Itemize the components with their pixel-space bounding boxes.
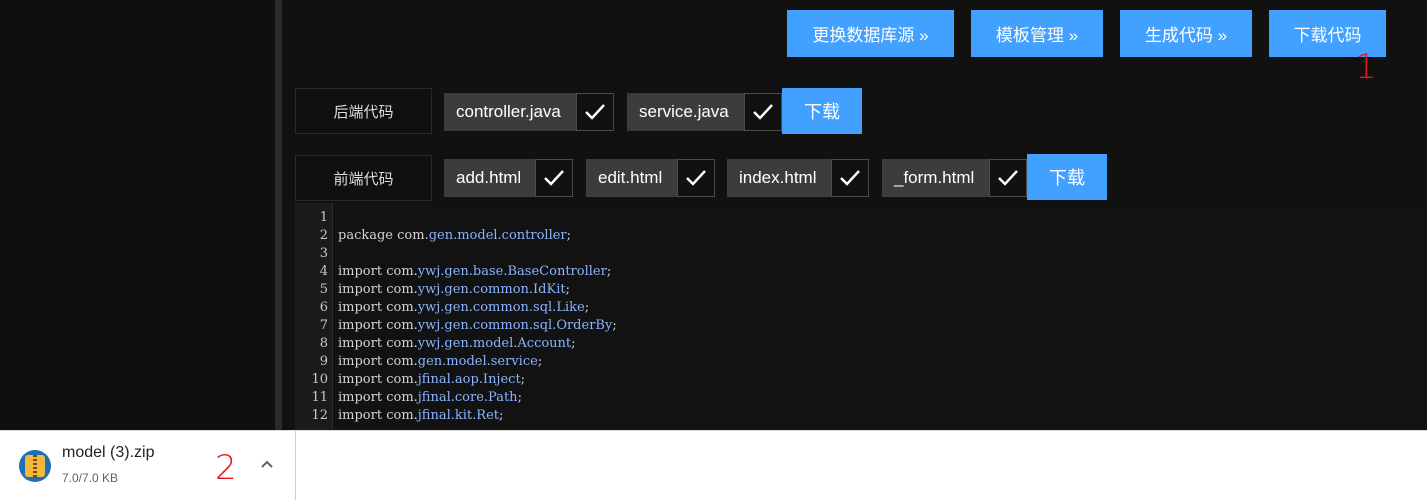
- code-line: import com.jfinal.core.Path;: [338, 389, 522, 407]
- code-package-path: ywj.gen.base.BaseController: [417, 264, 607, 279]
- code-line: package com.gen.model.controller;: [338, 227, 571, 245]
- code-keyword: import: [338, 300, 383, 315]
- file-tag-add-html[interactable]: add.html: [444, 159, 573, 197]
- code-package-path: ywj.gen.common.IdKit: [417, 282, 566, 297]
- code-package-path: ywj.gen.common.sql.Like: [417, 300, 585, 315]
- check-icon[interactable]: [989, 159, 1027, 197]
- code-punctuation: ;: [606, 264, 612, 279]
- code-package-path: jfinal.aop.Inject: [417, 372, 521, 387]
- check-icon[interactable]: [744, 93, 782, 131]
- frontend-download-button[interactable]: 下载: [1027, 154, 1107, 200]
- file-name: _form.html: [894, 168, 975, 187]
- code-line: import com.ywj.gen.common.IdKit;: [338, 281, 570, 299]
- download-filename: model (3).zip: [62, 444, 155, 461]
- code-package-path: ywj.gen.common.sql.OrderBy: [417, 318, 613, 333]
- line-number: 2: [319, 228, 328, 243]
- code-text: com.: [382, 408, 418, 423]
- pane-divider[interactable]: [275, 0, 282, 430]
- code-line: import com.ywj.gen.base.BaseController;: [338, 263, 611, 281]
- line-number: 12: [311, 408, 328, 423]
- file-tag-controller-java[interactable]: controller.java: [444, 93, 614, 131]
- code-punctuation: ;: [537, 354, 543, 369]
- code-text: com.: [382, 264, 418, 279]
- code-line: import com.ywj.gen.common.sql.OrderBy;: [338, 317, 617, 335]
- code-punctuation: ;: [517, 390, 522, 405]
- line-number: 4: [319, 264, 328, 279]
- code-punctuation: ;: [499, 408, 504, 423]
- line-number: 7: [319, 318, 328, 333]
- code-punctuation: ;: [612, 318, 617, 333]
- line-number: 3: [319, 246, 328, 261]
- code-keyword: import: [338, 282, 383, 297]
- line-number: 11: [311, 390, 328, 405]
- file-name: service.java: [639, 102, 729, 121]
- template-manage-button[interactable]: 模板管理 »: [971, 10, 1103, 57]
- code-line: import com.ywj.gen.common.sql.Like;: [338, 299, 589, 317]
- code-line: import com.ywj.gen.model.Account;: [338, 335, 576, 353]
- code-text: com.: [382, 354, 418, 369]
- line-number: 8: [319, 336, 328, 351]
- annotation-number-1: 1: [1355, 47, 1377, 87]
- code-text: com.: [382, 282, 418, 297]
- generate-code-button[interactable]: 生成代码 »: [1120, 10, 1252, 57]
- code-punctuation: ;: [566, 228, 572, 243]
- change-datasource-button[interactable]: 更换数据库源 »: [787, 10, 954, 57]
- zip-archive-icon: [19, 450, 51, 482]
- chevron-up-icon[interactable]: [258, 455, 276, 473]
- check-icon[interactable]: [677, 159, 715, 197]
- download-progress: 7.0/7.0 KB: [62, 471, 119, 485]
- check-icon[interactable]: [576, 93, 614, 131]
- code-punctuation: ;: [571, 336, 576, 351]
- code-punctuation: ;: [584, 300, 590, 315]
- check-icon[interactable]: [831, 159, 869, 197]
- code-text: com.: [393, 228, 429, 243]
- line-number: 1: [319, 210, 328, 225]
- annotation-number-2: 2: [215, 448, 237, 488]
- code-editor[interactable]: 1 2 3 4 5 6 7 8 9 10 11 12 package com.gen.model.con…: [295, 203, 1427, 430]
- code-punctuation: ;: [565, 282, 570, 297]
- code-package-path: gen.model.controller: [428, 228, 567, 243]
- line-number: 5: [319, 282, 328, 297]
- check-icon[interactable]: [535, 159, 573, 197]
- code-keyword: import: [338, 264, 383, 279]
- code-keyword: import: [338, 336, 383, 351]
- code-text: com.: [382, 372, 418, 387]
- line-number: 6: [319, 300, 328, 315]
- code-line: import com.gen.model.service;: [338, 353, 542, 371]
- code-line: import com.jfinal.aop.Inject;: [338, 371, 525, 389]
- code-keyword: import: [338, 408, 383, 423]
- code-package-path: jfinal.core.Path: [417, 390, 518, 405]
- frontend-code-label: 前端代码: [295, 155, 432, 201]
- file-tag-service-java[interactable]: service.java: [627, 93, 782, 131]
- file-tag-index-html[interactable]: index.html: [727, 159, 869, 197]
- code-package-path: gen.model.service: [417, 354, 538, 369]
- code-keyword: import: [338, 390, 383, 405]
- file-name: index.html: [739, 168, 817, 187]
- line-number: 10: [311, 372, 328, 387]
- code-text: com.: [382, 390, 418, 405]
- code-text: com.: [382, 318, 418, 333]
- backend-download-button[interactable]: 下载: [782, 88, 862, 134]
- line-number: 9: [319, 354, 328, 369]
- code-package-path: ywj.gen.model.Account: [417, 336, 572, 351]
- file-tag-edit-html[interactable]: edit.html: [586, 159, 715, 197]
- file-name: edit.html: [598, 168, 663, 187]
- backend-code-label: 后端代码: [295, 88, 432, 134]
- download-item[interactable]: model (3).zip 7.0/7.0 KB: [0, 431, 296, 500]
- code-keyword: import: [338, 318, 383, 333]
- file-name: add.html: [456, 168, 522, 187]
- left-panel: [0, 0, 275, 430]
- file-name: controller.java: [456, 102, 561, 121]
- file-tag-form-html[interactable]: _form.html: [882, 159, 1027, 197]
- code-keyword: package: [338, 228, 393, 243]
- code-keyword: import: [338, 372, 383, 387]
- code-text: com.: [382, 300, 418, 315]
- code-punctuation: ;: [520, 372, 526, 387]
- code-line: import com.jfinal.kit.Ret;: [338, 407, 503, 425]
- code-package-path: jfinal.kit.Ret: [417, 408, 499, 423]
- code-text: com.: [382, 336, 418, 351]
- code-keyword: import: [338, 354, 383, 369]
